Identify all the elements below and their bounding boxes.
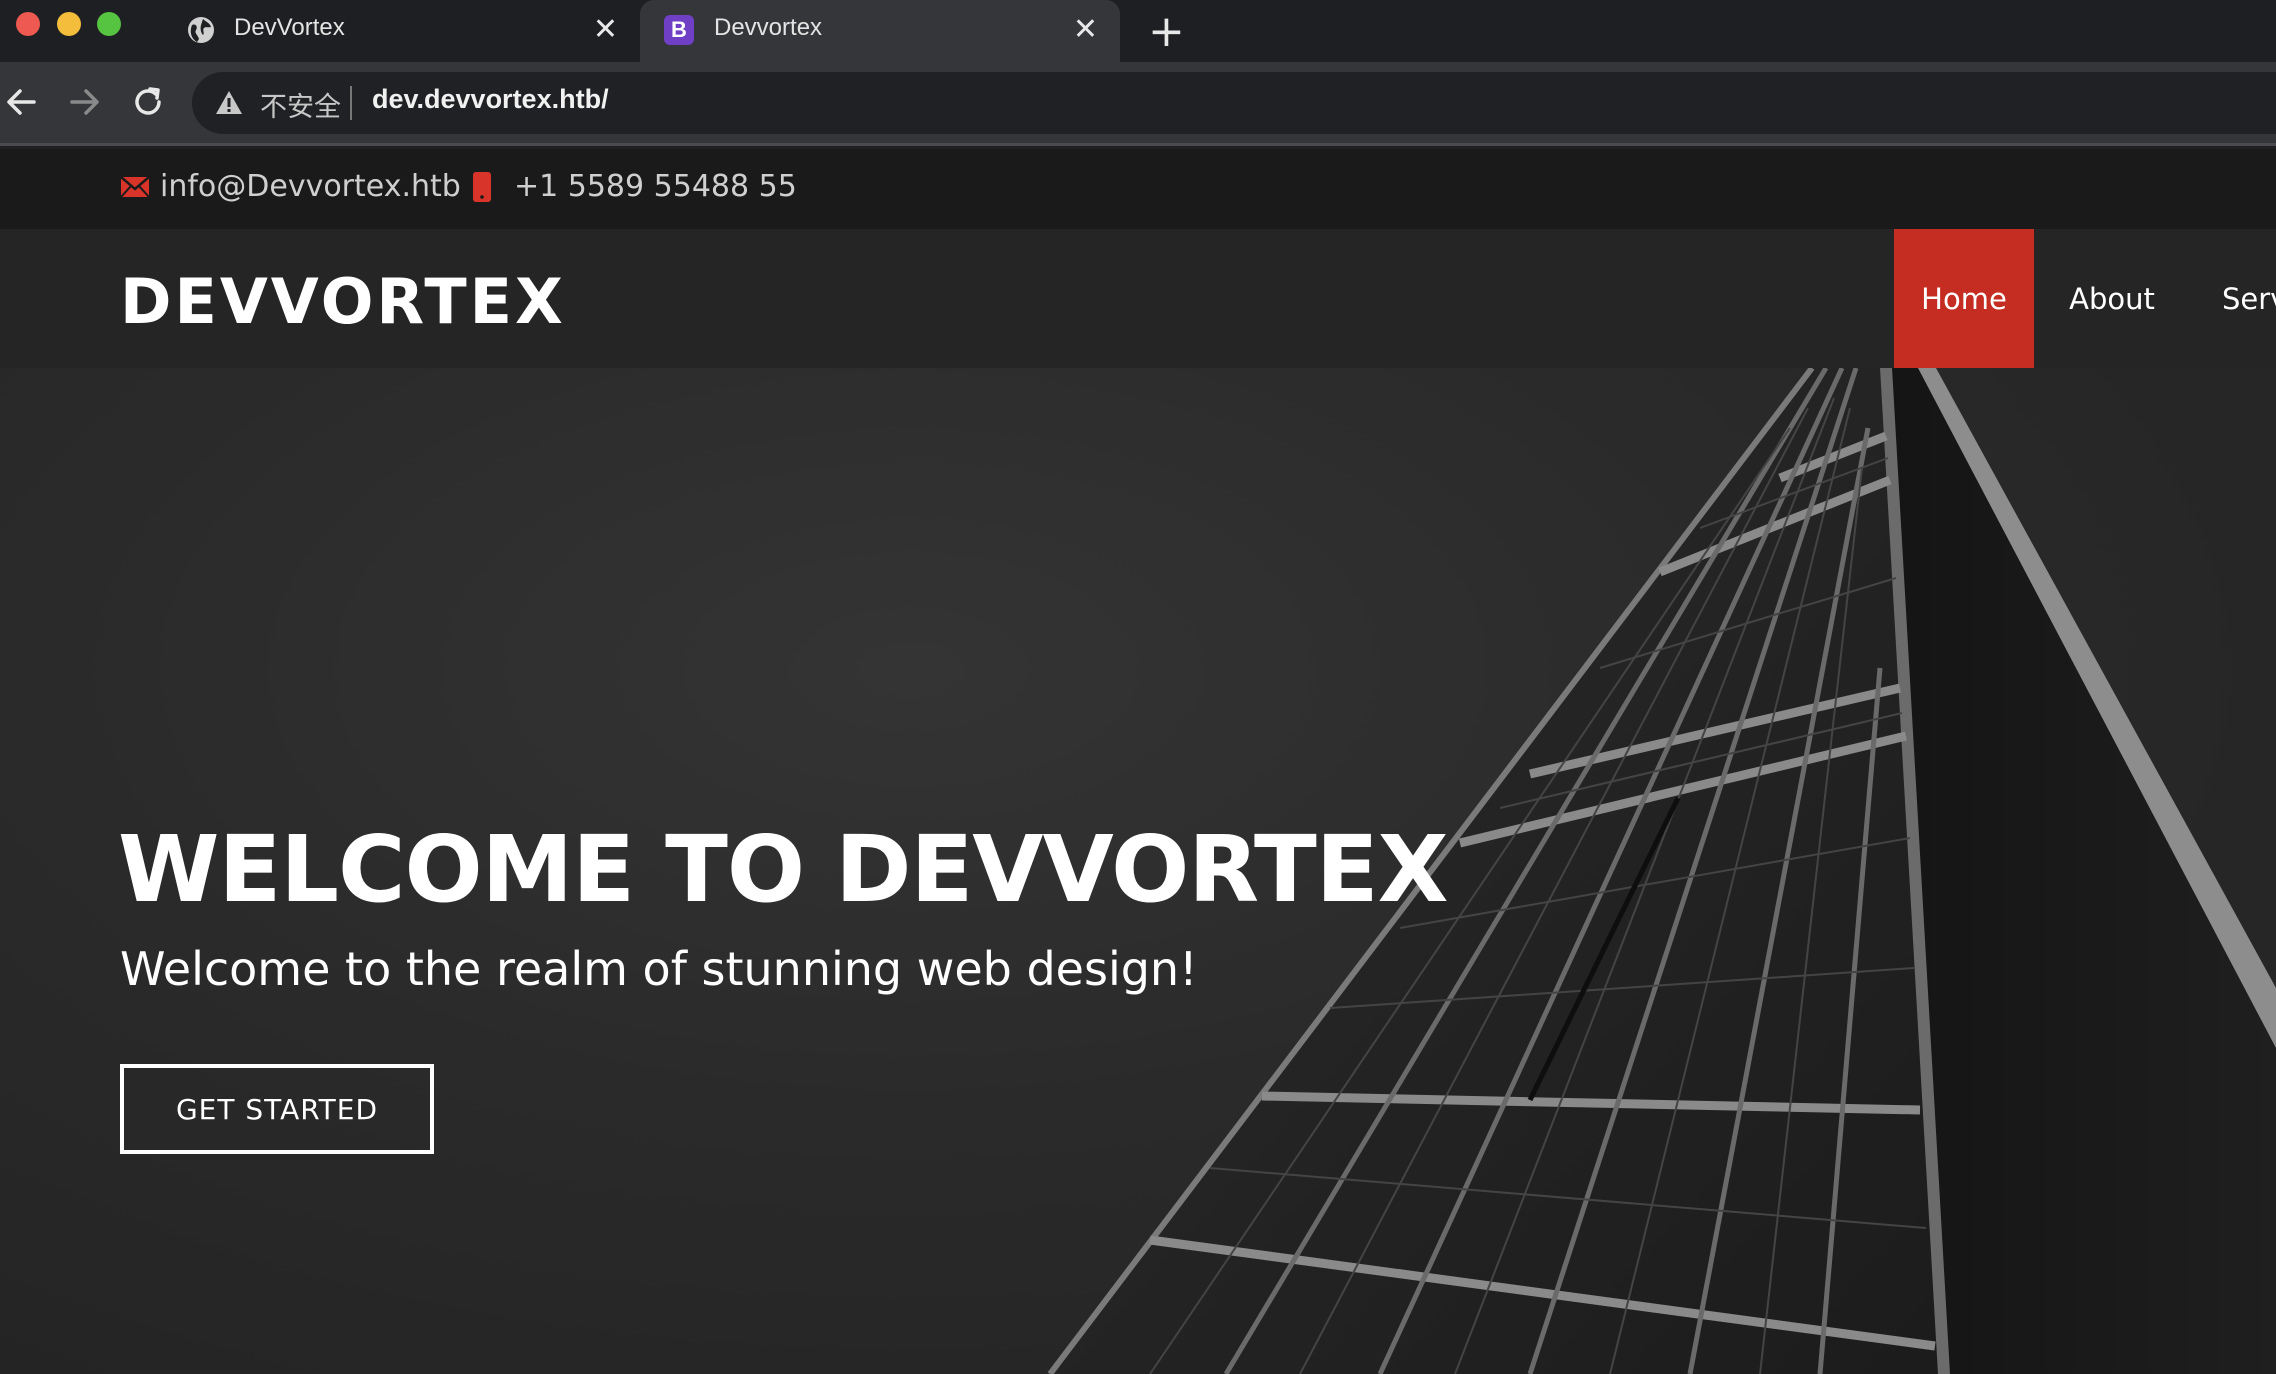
close-icon[interactable]: ✕	[1073, 12, 1098, 47]
phone-icon	[473, 171, 491, 202]
window-maximize-button[interactable]	[97, 12, 121, 36]
security-status-label[interactable]: 不安全	[260, 85, 341, 124]
new-tab-button[interactable]: +	[1148, 6, 1185, 57]
contact-phone-text: +1 5589 55488 55	[514, 169, 797, 204]
site-logo[interactable]: DEVVORTEX	[120, 265, 566, 338]
contact-email[interactable]: info@Devvortex.htb	[120, 169, 461, 204]
site-header: DEVVORTEX Home About Serv	[0, 229, 2276, 368]
hero-section: WELCOME TO DEVVORTEX Welcome to the real…	[0, 368, 2276, 1374]
browser-tab-devvortex-2[interactable]: B Devvortex ✕	[640, 0, 1120, 62]
contact-phone[interactable]: +1 5589 55488 55	[472, 169, 797, 204]
close-icon[interactable]: ✕	[593, 12, 618, 47]
browser-tab-bar: DevVortex ✕ B Devvortex ✕ +	[0, 0, 2276, 62]
nav-about[interactable]: About	[2034, 229, 2190, 368]
address-bar[interactable]: 不安全 dev.devvortex.htb/	[192, 72, 2276, 134]
back-arrow-icon[interactable]	[0, 80, 44, 124]
envelope-icon	[120, 175, 150, 198]
hero-subtitle: Welcome to the realm of stunning web des…	[120, 942, 1198, 996]
address-url[interactable]: dev.devvortex.htb/	[372, 84, 609, 115]
globe-icon	[186, 15, 216, 45]
window-minimize-button[interactable]	[57, 12, 81, 36]
contact-bar: info@Devvortex.htb +1 5589 55488 55	[0, 149, 2276, 229]
contact-email-text: info@Devvortex.htb	[160, 169, 461, 204]
warning-icon[interactable]	[214, 88, 244, 118]
nav-services[interactable]: Serv	[2190, 229, 2276, 368]
forward-arrow-icon[interactable]	[62, 80, 106, 124]
reload-icon[interactable]	[126, 80, 170, 124]
tab-title: Devvortex	[714, 14, 823, 41]
bootstrap-icon: B	[664, 15, 694, 45]
get-started-button[interactable]: GET STARTED	[120, 1064, 434, 1154]
nav-home[interactable]: Home	[1894, 229, 2034, 368]
browser-toolbar: 不安全 dev.devvortex.htb/	[0, 62, 2276, 146]
tab-title: DevVortex	[234, 14, 345, 41]
browser-tab-devvortex-1[interactable]: DevVortex ✕	[160, 0, 640, 62]
hero-title: WELCOME TO DEVVORTEX	[118, 816, 1449, 923]
address-divider	[350, 86, 352, 120]
window-close-button[interactable]	[16, 12, 40, 36]
